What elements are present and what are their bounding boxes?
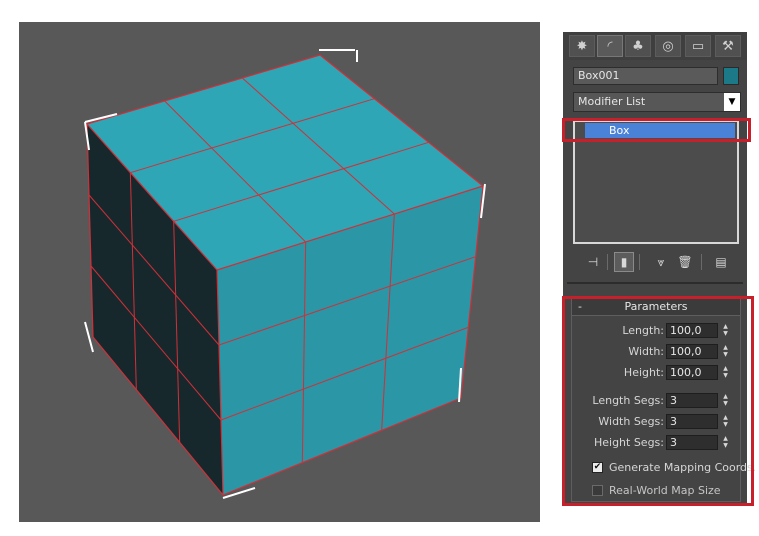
configure-modifier-sets-icon[interactable]: ▤ [711, 252, 731, 272]
height-row: Height: 100,0 ▲ ▼ [572, 365, 740, 381]
height-field[interactable]: 100,0 [666, 365, 718, 380]
create-icon[interactable]: ✸ [569, 35, 595, 57]
panel-divider [567, 282, 743, 284]
length-row: Length: 100,0 ▲ ▼ [572, 323, 740, 339]
parameters-rollout-header[interactable]: - Parameters [572, 299, 740, 316]
length-segs-spinner-icon[interactable]: ▲ ▼ [721, 393, 730, 408]
real-world-map-size-label: Real-World Map Size [609, 484, 721, 497]
width-segs-field[interactable]: 3 [666, 414, 718, 429]
chevron-down-icon[interactable]: ▼ [724, 93, 740, 111]
length-segs-field[interactable]: 3 [666, 393, 718, 408]
length-segs-label: Length Segs: [592, 394, 664, 407]
selection-bracket [84, 321, 94, 353]
remove-modifier-icon[interactable]: 🗑 [675, 252, 695, 272]
command-panel: ✸ ◜ ♣ ◎ ▭ ⚒ Box001 Modifier List ▼ Box ⊣… [563, 32, 756, 504]
pin-stack-icon[interactable]: ⊣ [583, 252, 603, 272]
width-field[interactable]: 100,0 [666, 344, 718, 359]
length-segs-row: Length Segs: 3 ▲ ▼ [572, 393, 740, 409]
make-unique-icon[interactable]: ⩔ [651, 252, 671, 272]
width-label: Width: [628, 345, 664, 358]
perspective-viewport[interactable] [19, 22, 540, 522]
width-segs-row: Width Segs: 3 ▲ ▼ [572, 414, 740, 430]
generate-mapping-coords-row[interactable]: ✔ Generate Mapping Coords. [592, 461, 756, 475]
toolbar-separator [607, 254, 608, 270]
width-segs-label: Width Segs: [598, 415, 664, 428]
utilities-icon[interactable]: ⚒ [715, 35, 741, 57]
stack-toolbar: ⊣ ▮ ⩔ 🗑 ▤ [563, 250, 747, 274]
width-spinner-icon[interactable]: ▲ ▼ [721, 344, 730, 359]
command-panel-tabs: ✸ ◜ ♣ ◎ ▭ ⚒ [563, 32, 747, 60]
stack-item-box[interactable]: Box [585, 123, 735, 138]
real-world-map-size-row[interactable]: Real-World Map Size [592, 484, 742, 498]
height-segs-spinner-icon[interactable]: ▲ ▼ [721, 435, 730, 450]
parameters-title: Parameters [624, 300, 688, 313]
modifier-list-label: Modifier List [578, 95, 646, 108]
toolbar-separator [701, 254, 702, 270]
box-mesh [84, 49, 486, 499]
height-spinner-icon[interactable]: ▲ ▼ [721, 365, 730, 380]
generate-mapping-coords-label: Generate Mapping Coords. [609, 461, 757, 474]
modifier-stack[interactable]: Box [573, 120, 739, 244]
height-label: Height: [623, 366, 664, 379]
collapse-icon[interactable]: - [578, 299, 582, 315]
display-icon[interactable]: ▭ [685, 35, 711, 57]
object-color-swatch[interactable] [723, 67, 739, 85]
real-world-map-size-checkbox[interactable] [592, 485, 603, 496]
object-name-field[interactable]: Box001 [573, 67, 718, 85]
length-field[interactable]: 100,0 [666, 323, 718, 338]
length-label: Length: [622, 324, 664, 337]
width-segs-spinner-icon[interactable]: ▲ ▼ [721, 414, 730, 429]
show-end-result-icon[interactable]: ▮ [614, 252, 634, 272]
width-row: Width: 100,0 ▲ ▼ [572, 344, 740, 360]
modify-icon[interactable]: ◜ [597, 35, 623, 57]
height-segs-label: Height Segs: [593, 436, 664, 449]
height-segs-row: Height Segs: 3 ▲ ▼ [572, 435, 740, 451]
motion-icon[interactable]: ◎ [655, 35, 681, 57]
length-spinner-icon[interactable]: ▲ ▼ [721, 323, 730, 338]
hierarchy-icon[interactable]: ♣ [625, 35, 651, 57]
height-segs-field[interactable]: 3 [666, 435, 718, 450]
parameters-rollout: - Parameters Length: 100,0 ▲ ▼ Width: 100… [571, 298, 756, 502]
modifier-list-dropdown[interactable]: Modifier List ▼ [573, 92, 741, 112]
toolbar-separator [639, 254, 640, 270]
generate-mapping-coords-checkbox[interactable]: ✔ [592, 462, 603, 473]
